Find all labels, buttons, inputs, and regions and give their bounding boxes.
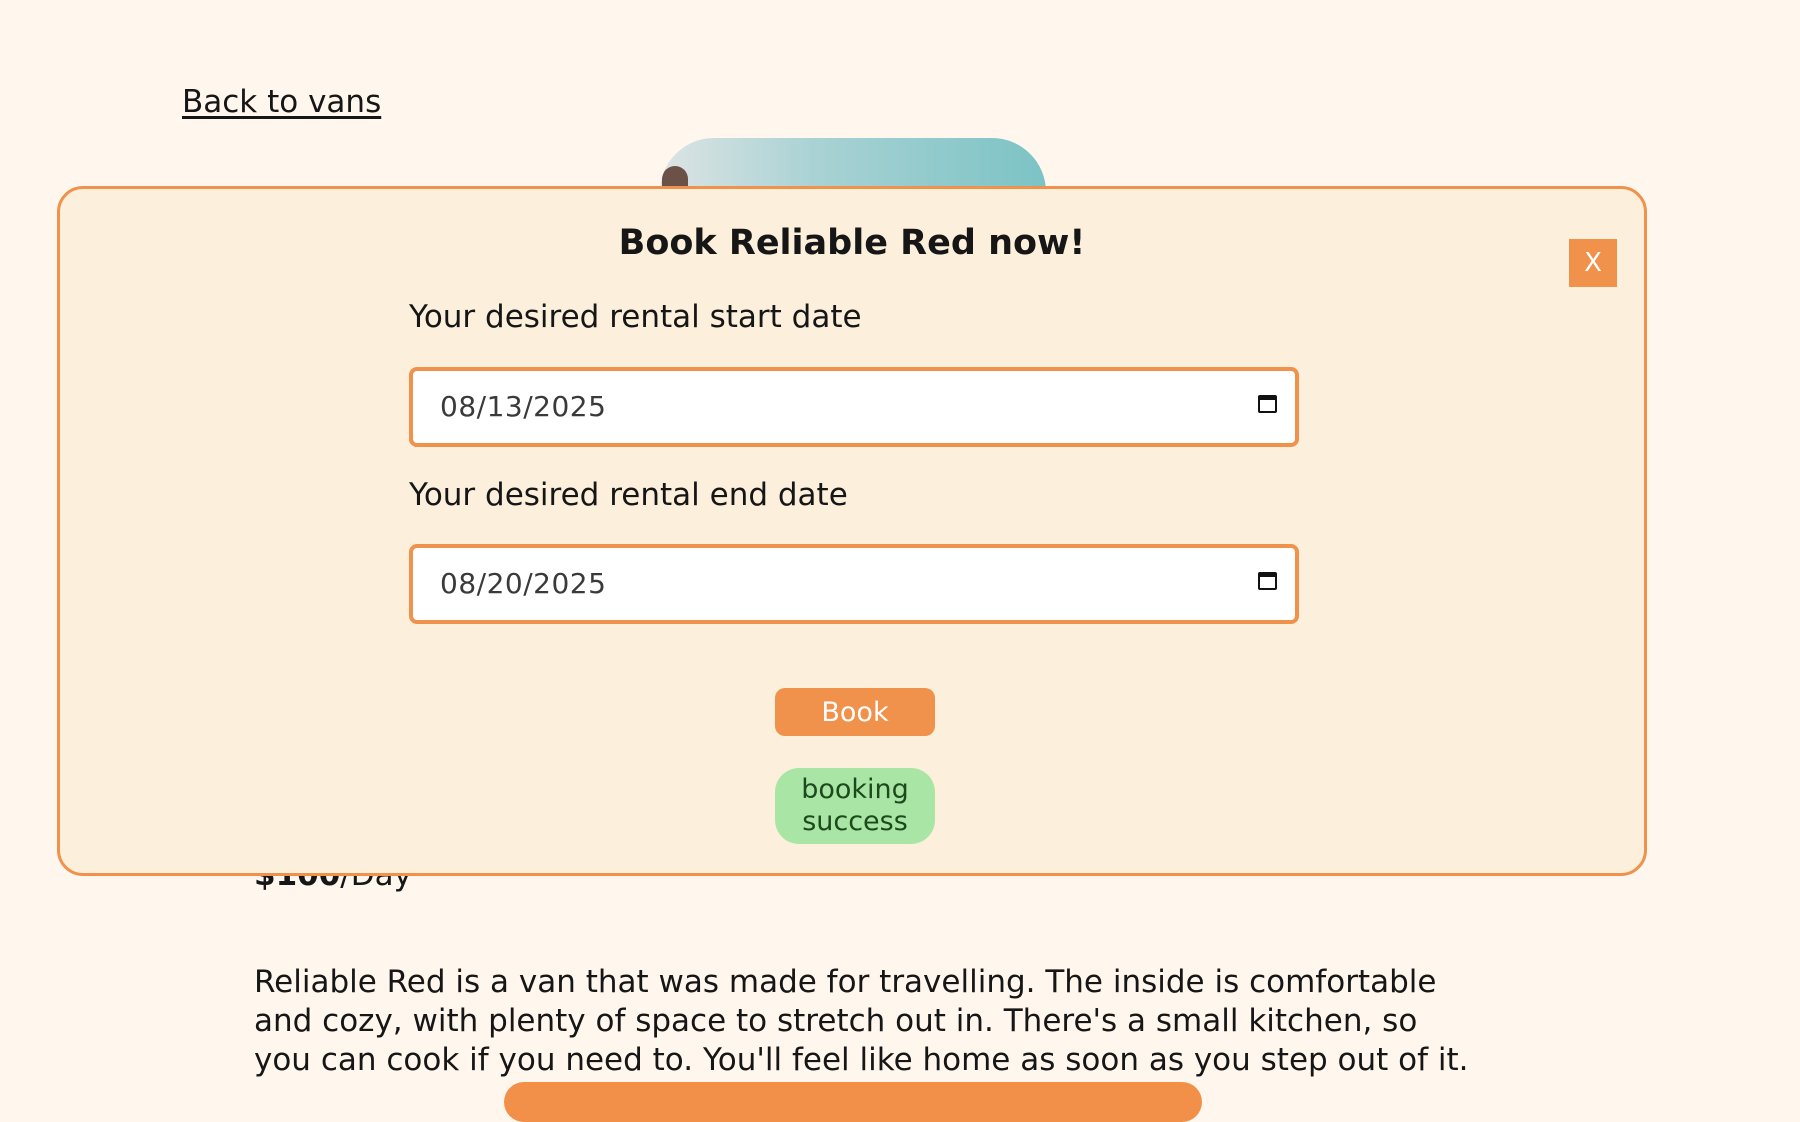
modal-title: Book Reliable Red now! — [618, 223, 1086, 263]
rent-van-button[interactable] — [504, 1082, 1202, 1122]
end-date-value: 08/20/2025 — [440, 567, 607, 600]
booking-modal: Book Reliable Red now! X Your desired re… — [57, 186, 1647, 876]
calendar-icon[interactable] — [1258, 572, 1277, 590]
calendar-icon[interactable] — [1258, 395, 1277, 413]
start-date-value: 08/13/2025 — [440, 390, 607, 423]
end-date-label: Your desired rental end date — [409, 477, 848, 513]
back-to-vans-link[interactable]: Back to vans — [182, 84, 381, 120]
van-description: Reliable Red is a van that was made for … — [254, 964, 1469, 1078]
start-date-input[interactable]: 08/13/2025 — [409, 367, 1299, 447]
close-button[interactable]: X — [1569, 239, 1617, 287]
start-date-label: Your desired rental start date — [409, 299, 862, 335]
booking-status-badge: booking success — [775, 768, 935, 844]
end-date-input[interactable]: 08/20/2025 — [409, 544, 1299, 624]
book-button[interactable]: Book — [775, 688, 935, 736]
